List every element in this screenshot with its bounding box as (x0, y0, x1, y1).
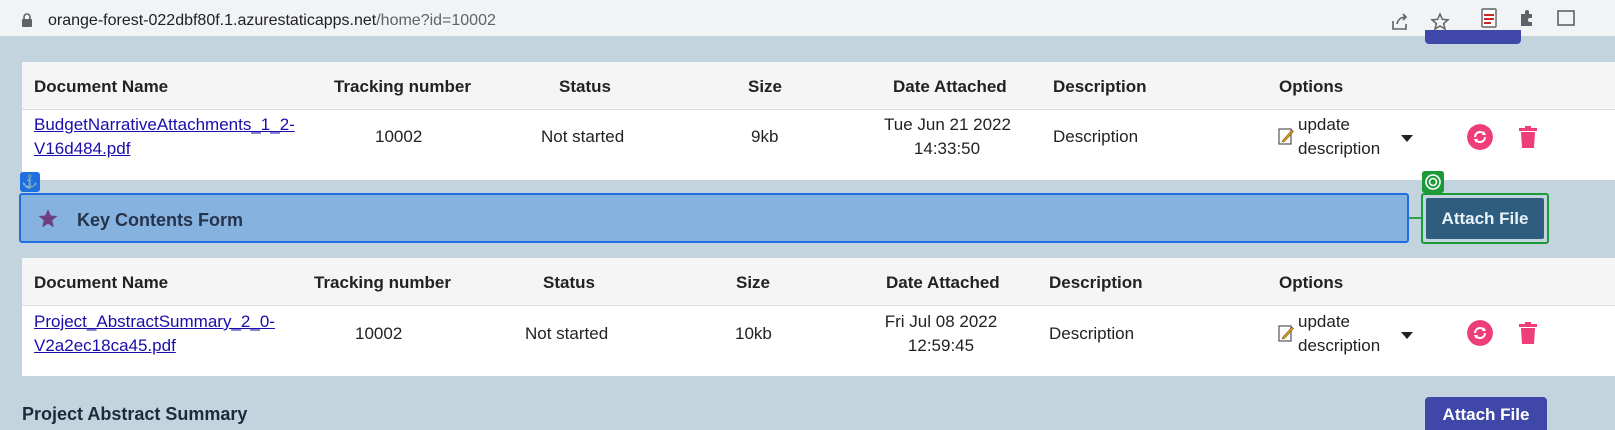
col-description: Description (1049, 273, 1143, 292)
date-line1: Tue Jun 21 2022 (884, 115, 1011, 134)
sync-icon[interactable] (1467, 320, 1493, 346)
attach-file-highlight: Attach File (1421, 193, 1549, 244)
star-icon[interactable] (1430, 12, 1450, 32)
col-options: Options (1279, 77, 1344, 96)
col-size: Size (748, 77, 783, 96)
previous-attach-button[interactable] (1425, 30, 1521, 44)
col-status: Status (543, 273, 595, 292)
col-tracking-number: Tracking number (334, 77, 471, 96)
col-description: Description (1053, 77, 1147, 96)
date-line2: 14:33:50 (913, 139, 981, 158)
option-line2[interactable]: description (1298, 139, 1380, 158)
delete-icon[interactable] (1519, 126, 1537, 148)
option-line1[interactable]: update (1298, 312, 1350, 331)
target-icon (1422, 171, 1444, 193)
table-header: Document Name Tracking number Status Siz… (22, 62, 1615, 110)
browser-toolbar: orange-forest-022dbf80f.1.azurestaticapp… (0, 0, 1615, 36)
date-attached: Fri Jul 08 2022 12:59:45 (878, 310, 1004, 358)
chevron-down-icon[interactable] (1401, 332, 1413, 339)
col-tracking-number: Tracking number (314, 273, 451, 292)
url-path: /home?id=10002 (376, 12, 496, 29)
date-line1: Fri Jul 08 2022 (884, 312, 998, 331)
anchor-icon: ⚓ (20, 172, 40, 192)
document-link[interactable]: BudgetNarrativeAttachments_1_2- V16d484.p… (34, 113, 295, 161)
document-link-line2[interactable]: V16d484.pdf (34, 139, 130, 158)
address-bar[interactable]: orange-forest-022dbf80f.1.azurestaticapp… (4, 4, 1460, 32)
document-link-line1[interactable]: BudgetNarrativeAttachments_1_2- (34, 115, 295, 134)
description-text: Description (1053, 127, 1139, 146)
section-header-strip (0, 36, 1615, 62)
attach-file-button[interactable]: Attach File (1426, 198, 1544, 239)
status-text: Not started (525, 324, 609, 343)
tracking-number: 10002 (355, 324, 403, 343)
status-text: Not started (541, 127, 625, 146)
document-link[interactable]: Project_AbstractSummary_2_0- V2a2ec18ca45… (34, 310, 275, 358)
col-size: Size (736, 273, 771, 292)
delete-icon[interactable] (1519, 322, 1537, 344)
star-icon (38, 209, 58, 228)
col-date-attached: Date Attached (893, 77, 1007, 96)
key-contents-form-header[interactable]: Key Contents Form (19, 193, 1409, 243)
col-options: Options (1279, 273, 1344, 292)
edit-note-icon[interactable] (1278, 324, 1294, 342)
col-status: Status (559, 77, 611, 96)
share-icon[interactable] (1390, 12, 1410, 32)
pdf-extension-icon[interactable] (1479, 8, 1499, 28)
description-text: Description (1049, 324, 1135, 343)
option-line2[interactable]: description (1298, 336, 1380, 355)
extensions-icon[interactable] (1517, 8, 1537, 28)
option-line1[interactable]: update (1298, 115, 1350, 134)
tracking-number: 10002 (375, 127, 423, 146)
chevron-down-icon[interactable] (1401, 135, 1413, 142)
date-attached: Tue Jun 21 2022 14:33:50 (884, 113, 1011, 161)
col-document-name: Document Name (34, 77, 169, 96)
col-document-name: Document Name (34, 273, 169, 292)
lock-icon (22, 13, 32, 27)
attach-file-button-next[interactable]: Attach File (1425, 397, 1547, 430)
update-description-option[interactable]: update description (1298, 310, 1380, 358)
update-description-option[interactable]: update description (1298, 113, 1380, 161)
edit-note-icon[interactable] (1278, 127, 1294, 145)
size-text: 9kb (751, 127, 779, 146)
window-icon[interactable] (1555, 8, 1575, 28)
project-abstract-summary-title: Project Abstract Summary (22, 404, 248, 424)
size-text: 10kb (735, 324, 772, 343)
document-link-line2[interactable]: V2a2ec18ca45.pdf (34, 336, 176, 355)
url-text: orange-forest-022dbf80f.1.azurestaticapp… (48, 12, 496, 30)
table-header: Document Name Tracking number Status Siz… (22, 258, 1615, 306)
sync-icon[interactable] (1467, 124, 1493, 150)
form-title: Key Contents Form (77, 210, 244, 230)
attachments-table-1: Document Name Tracking number Status Siz… (22, 62, 1615, 180)
attachments-table-2: Document Name Tracking number Status Siz… (22, 258, 1615, 376)
date-line2: 12:59:45 (907, 336, 975, 355)
col-date-attached: Date Attached (886, 273, 1000, 292)
url-host: orange-forest-022dbf80f.1.azurestaticapp… (48, 12, 377, 29)
document-link-line1[interactable]: Project_AbstractSummary_2_0- (34, 312, 275, 331)
